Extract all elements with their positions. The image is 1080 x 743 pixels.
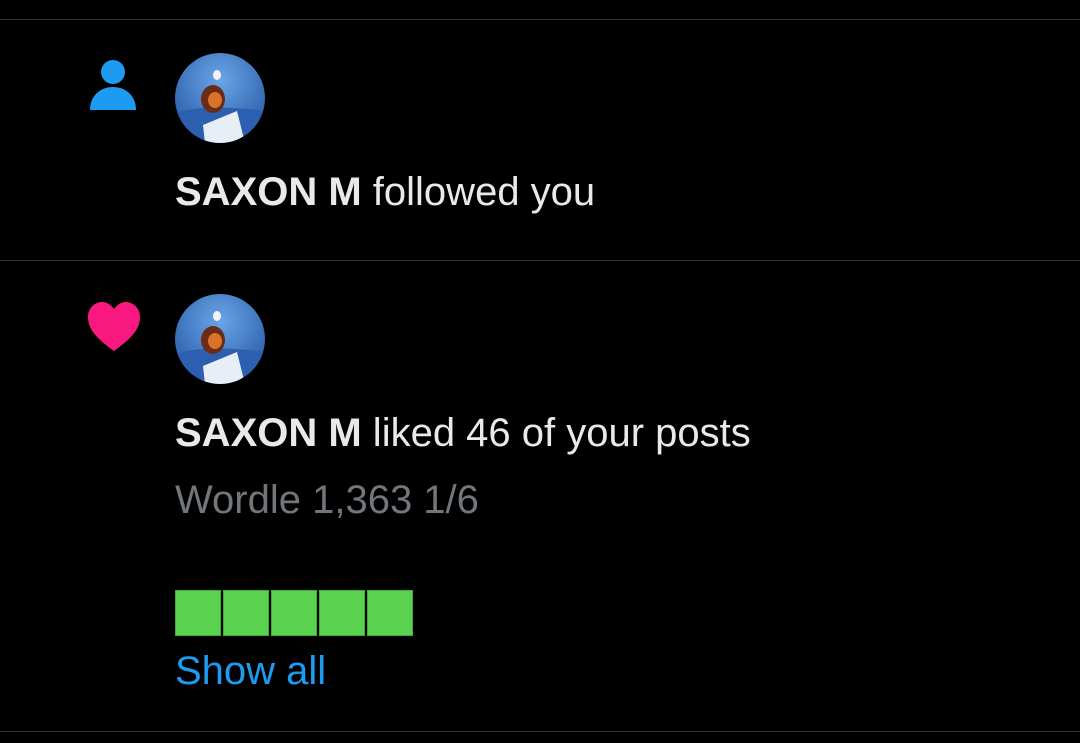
post-preview-text: Wordle 1,363 1/6 [175,478,479,522]
user-name[interactable]: SAXON M [175,411,362,455]
user-name[interactable]: SAXON M [175,170,362,214]
wordle-square [367,590,413,636]
notification-follow[interactable]: SAXON M followed you [0,20,1080,260]
wordle-square [271,590,317,636]
heart-icon [86,299,142,355]
avatar[interactable] [175,53,265,143]
wordle-square [175,590,221,636]
action-text: followed you [361,170,596,214]
notification-text: SAXON M liked 46 of your posts [175,409,751,457]
bottom-divider [0,731,1080,732]
wordle-square [319,590,365,636]
person-icon [86,56,142,112]
wordle-square [223,590,269,636]
show-all-link[interactable]: Show all [175,647,326,695]
notification-like[interactable]: SAXON M liked 46 of your posts Wordle 1,… [0,261,1080,731]
wordle-result-row [175,590,413,636]
notification-text: SAXON M followed you [175,168,595,216]
avatar[interactable] [175,294,265,384]
action-text: liked 46 of your posts [361,411,751,455]
